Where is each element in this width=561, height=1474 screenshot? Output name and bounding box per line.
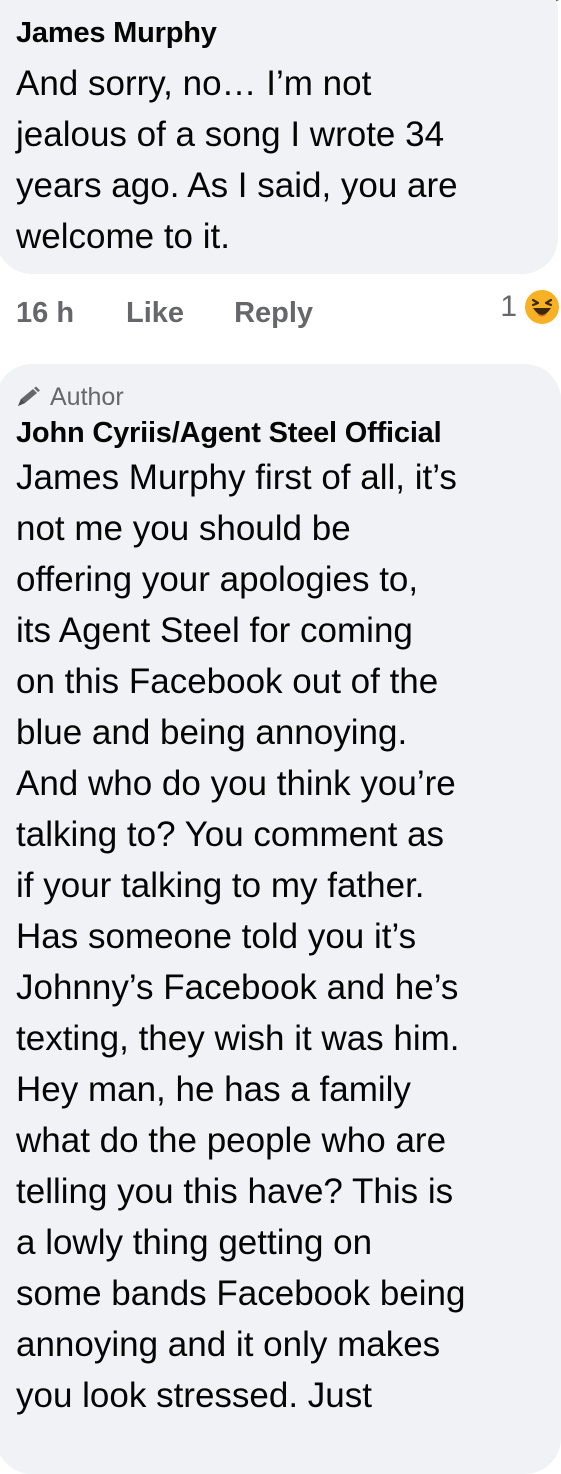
comment-author-name[interactable]: John Cyriis/Agent Steel Official <box>16 416 541 450</box>
comment-bubble: Author John Cyriis/Agent Steel Official … <box>0 364 561 1474</box>
author-badge-label: Author <box>50 383 124 411</box>
author-badge: Author <box>16 382 541 412</box>
pencil-icon <box>18 386 40 406</box>
reaction-summary[interactable]: 1 <box>500 288 561 326</box>
reply-button[interactable]: Reply <box>234 297 313 330</box>
reaction-count: 1 <box>500 290 517 323</box>
comment-bubble: James Murphy And sorry, no… I’m not jeal… <box>0 0 558 274</box>
comment-timestamp[interactable]: 16 h <box>16 297 74 330</box>
comment-author-name[interactable]: James Murphy <box>16 16 538 50</box>
haha-emoji-icon <box>523 288 561 326</box>
comment-text: James Murphy first of all, it’s not me y… <box>16 458 466 1415</box>
like-button[interactable]: Like <box>126 297 184 330</box>
comment-actions: 16 h Like Reply 1 <box>16 288 561 338</box>
comment-text: And sorry, no… I’m not jealous of a song… <box>16 64 458 256</box>
